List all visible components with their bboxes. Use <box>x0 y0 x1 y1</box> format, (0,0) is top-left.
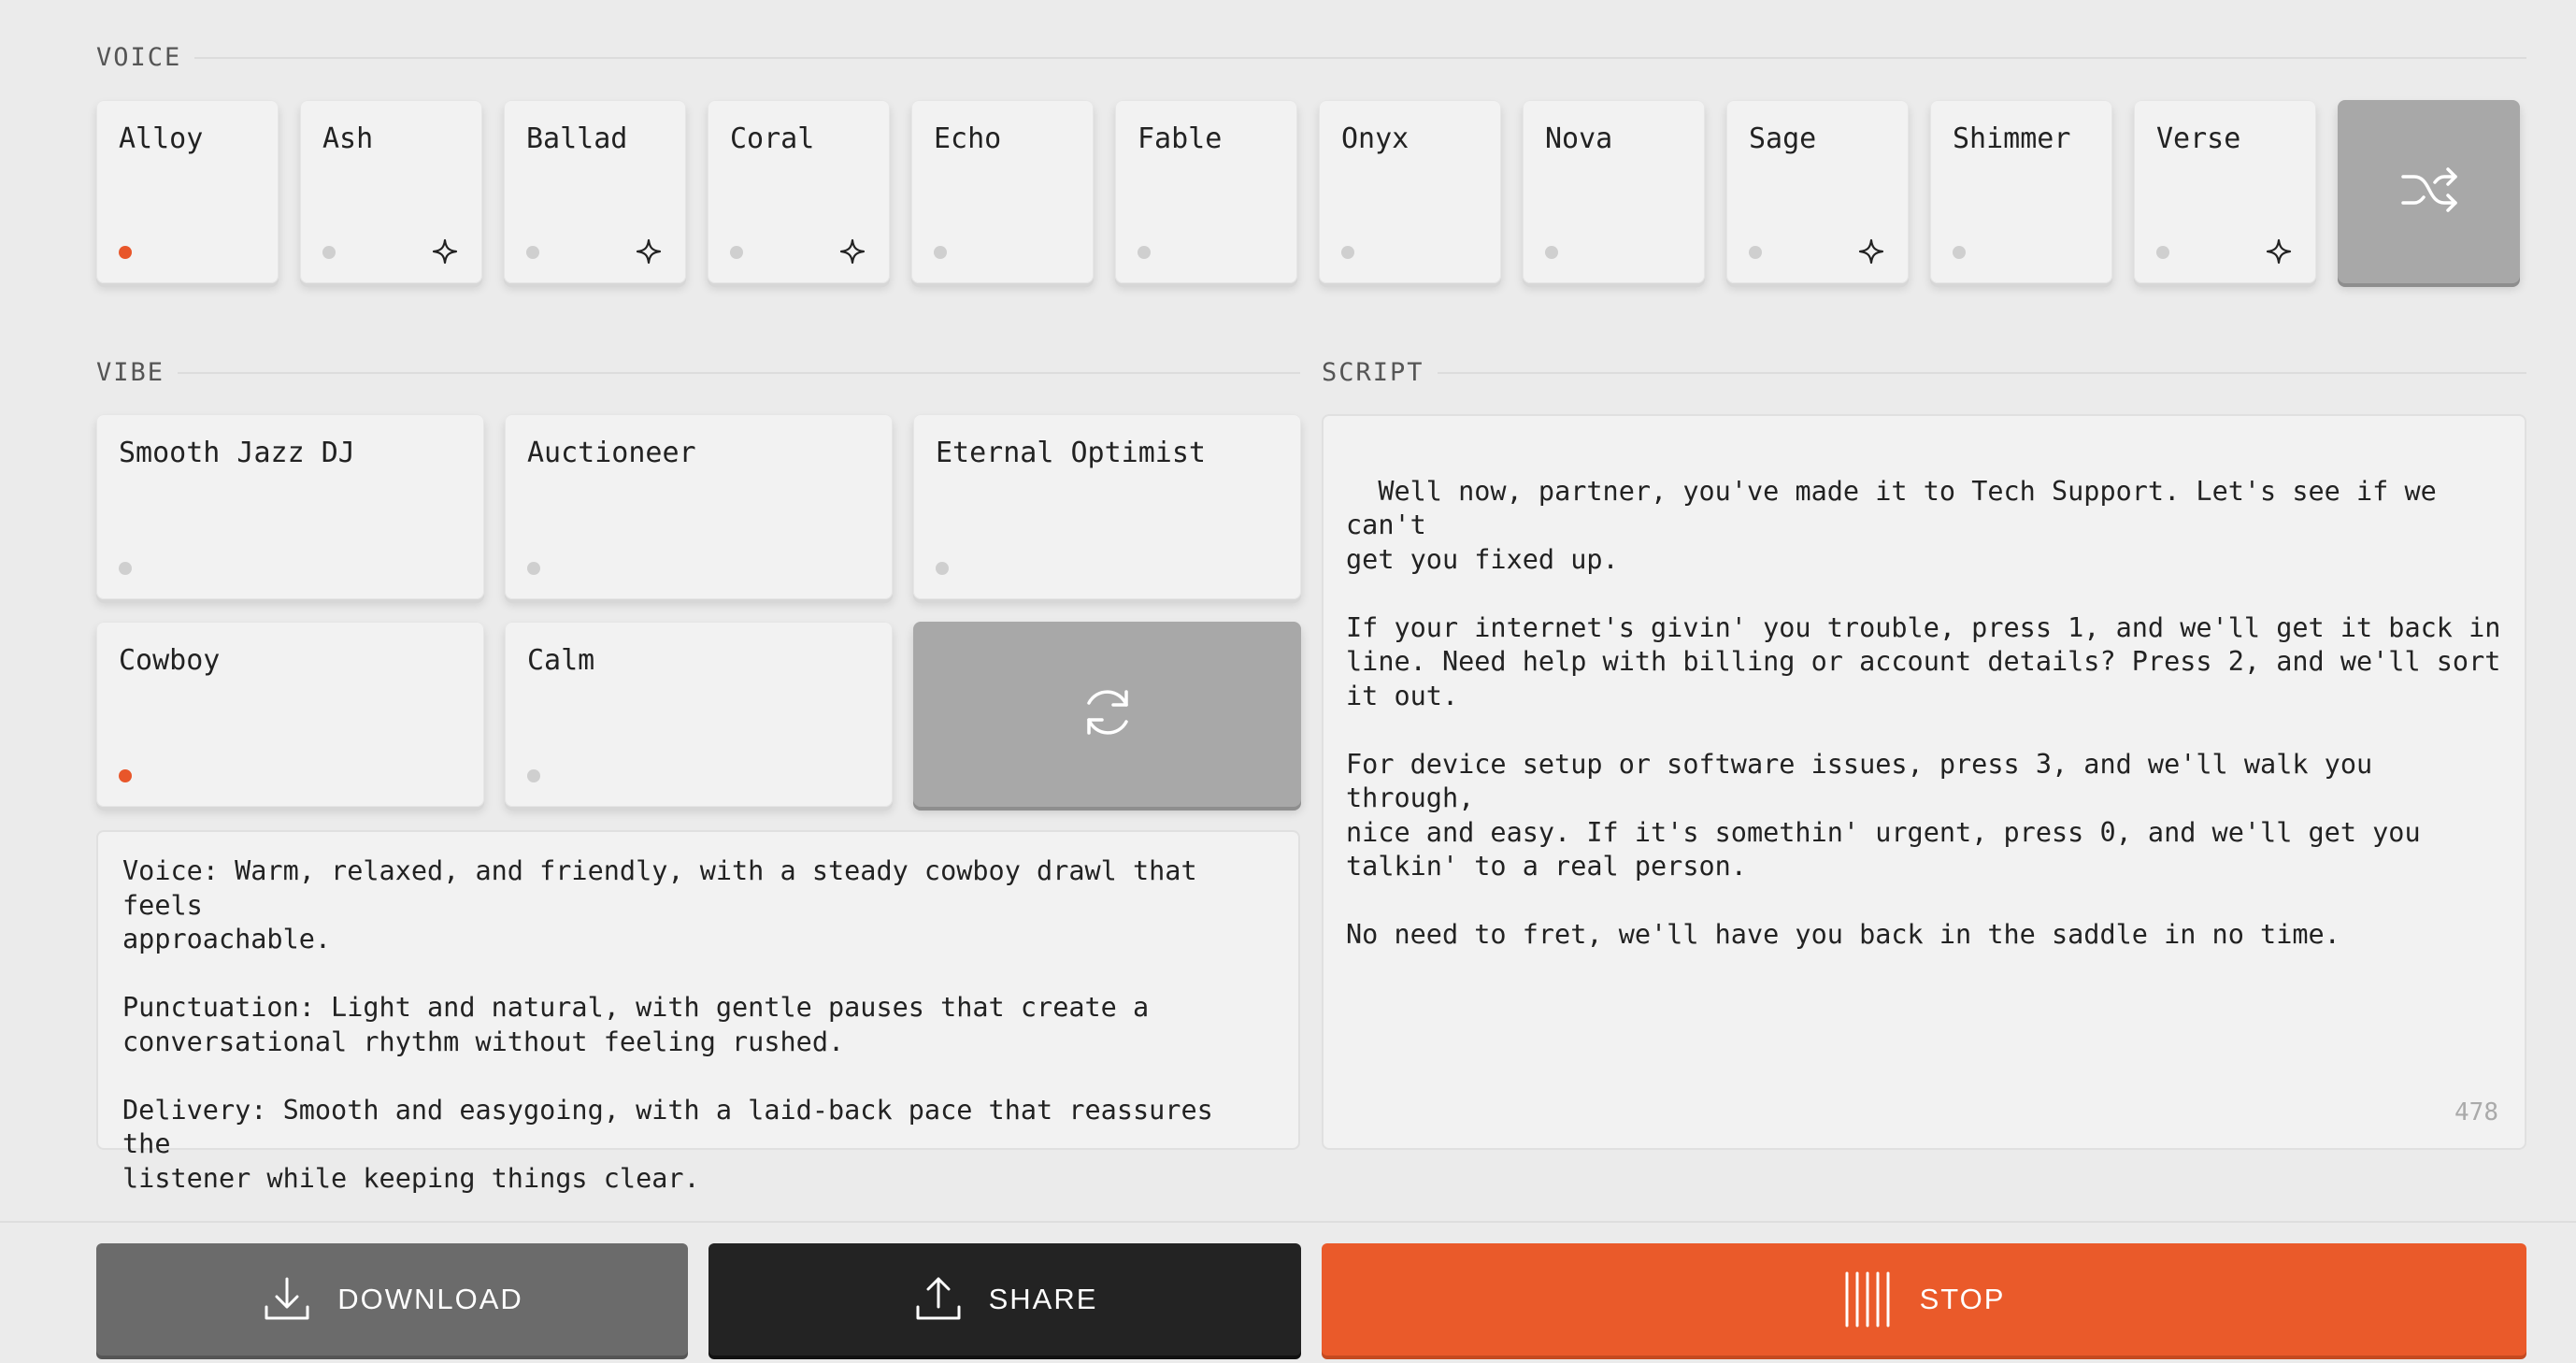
section-divider <box>1437 371 2526 374</box>
selection-indicator-dot <box>1341 246 1354 259</box>
voice-option-label: Fable <box>1138 122 1223 155</box>
voice-option-label: Ash <box>322 122 374 155</box>
selection-indicator-dot <box>527 562 540 575</box>
selection-indicator-dot <box>527 769 540 782</box>
download-icon <box>265 1277 309 1320</box>
selection-indicator-dot <box>119 246 132 259</box>
section-divider <box>178 371 1300 374</box>
voice-option-shimmer[interactable]: Shimmer <box>1930 100 2112 283</box>
voice-section-title: VOICE <box>96 43 182 72</box>
share-button[interactable]: SHARE <box>708 1243 1301 1356</box>
selection-indicator-dot <box>1545 246 1558 259</box>
voice-option-label: Ballad <box>526 122 628 155</box>
refresh-icon <box>1078 682 1138 746</box>
vibe-section-title: VIBE <box>96 358 165 387</box>
sparkle-icon <box>839 238 866 265</box>
script-text[interactable]: Well now, partner, you've made it to Tec… <box>1346 476 2500 951</box>
shuffle-voice-button[interactable] <box>2338 100 2520 283</box>
share-label: SHARE <box>988 1283 1098 1315</box>
share-icon <box>916 1277 961 1320</box>
stop-label: STOP <box>1919 1283 2006 1315</box>
voice-option-label: Sage <box>1749 122 1817 155</box>
voice-option-onyx[interactable]: Onyx <box>1319 100 1501 283</box>
voice-selector: Alloy Ash Ballad Coral Echo Fable Onyx Nova Sage… <box>96 100 2526 283</box>
vibe-description-textarea[interactable]: Voice: Warm, relaxed, and friendly, with… <box>96 830 1300 1194</box>
script-section-label: SCRIPT <box>1322 358 2526 387</box>
voice-option-verse[interactable]: Verse <box>2134 100 2316 283</box>
vibe-selector: Smooth Jazz DJ Auctioneer Eternal Optimist… <box>96 414 1301 807</box>
script-section-title: SCRIPT <box>1322 358 1424 387</box>
selection-indicator-dot <box>1749 246 1762 259</box>
voice-option-coral[interactable]: Coral <box>708 100 890 283</box>
selection-indicator-dot <box>526 246 539 259</box>
vibe-option-label: Eternal Optimist <box>936 437 1206 469</box>
voice-option-fable[interactable]: Fable <box>1115 100 1297 283</box>
voice-option-label: Nova <box>1545 122 1613 155</box>
sparkle-icon <box>2266 238 2292 265</box>
selection-indicator-dot <box>1138 246 1151 259</box>
selection-indicator-dot <box>730 246 743 259</box>
vibe-option-label: Auctioneer <box>527 437 696 469</box>
voice-option-label: Coral <box>730 122 815 155</box>
section-divider <box>194 56 2526 59</box>
script-textarea[interactable]: Well now, partner, you've made it to Tec… <box>1322 414 2526 1150</box>
voice-option-alloy[interactable]: Alloy <box>96 100 279 283</box>
vibe-option-calm[interactable]: Calm <box>505 622 893 807</box>
vibe-option-eternal-optimist[interactable]: Eternal Optimist <box>913 414 1301 599</box>
sparkle-icon <box>432 238 458 265</box>
selection-indicator-dot <box>936 562 949 575</box>
sparkle-icon <box>1858 238 1884 265</box>
sparkle-icon <box>636 238 662 265</box>
vibe-option-auctioneer[interactable]: Auctioneer <box>505 414 893 599</box>
shuffle-icon <box>2399 160 2459 223</box>
voice-option-echo[interactable]: Echo <box>911 100 1094 283</box>
vibe-option-smooth-jazz-dj[interactable]: Smooth Jazz DJ <box>96 414 484 599</box>
refresh-vibes-button[interactable] <box>913 622 1301 807</box>
selection-indicator-dot <box>1953 246 1966 259</box>
download-button[interactable]: DOWNLOAD <box>96 1243 688 1356</box>
selection-indicator-dot <box>934 246 947 259</box>
voice-option-nova[interactable]: Nova <box>1523 100 1705 283</box>
voice-option-label: Verse <box>2156 122 2241 155</box>
vibe-option-label: Calm <box>527 644 595 677</box>
voice-option-sage[interactable]: Sage <box>1726 100 1909 283</box>
vibe-section-label: VIBE <box>96 358 1300 387</box>
character-count: 478 <box>2454 1098 2498 1126</box>
selection-indicator-dot <box>119 562 132 575</box>
selection-indicator-dot <box>322 246 336 259</box>
voice-option-label: Shimmer <box>1953 122 2071 155</box>
voice-option-label: Onyx <box>1341 122 1410 155</box>
voice-section-label: VOICE <box>96 43 2526 72</box>
footer-divider <box>0 1221 2576 1223</box>
voice-option-label: Echo <box>934 122 1002 155</box>
voice-option-label: Alloy <box>119 122 204 155</box>
vibe-option-cowboy[interactable]: Cowboy <box>96 622 484 807</box>
voice-option-ballad[interactable]: Ballad <box>504 100 686 283</box>
stop-button[interactable]: STOP <box>1322 1243 2526 1356</box>
selection-indicator-dot <box>119 769 132 782</box>
vibe-option-label: Smooth Jazz DJ <box>119 437 355 469</box>
vibe-option-label: Cowboy <box>119 644 221 677</box>
download-label: DOWNLOAD <box>337 1283 523 1315</box>
selection-indicator-dot <box>2156 246 2169 259</box>
audio-bars-icon <box>1845 1271 1890 1327</box>
voice-option-ash[interactable]: Ash <box>300 100 482 283</box>
